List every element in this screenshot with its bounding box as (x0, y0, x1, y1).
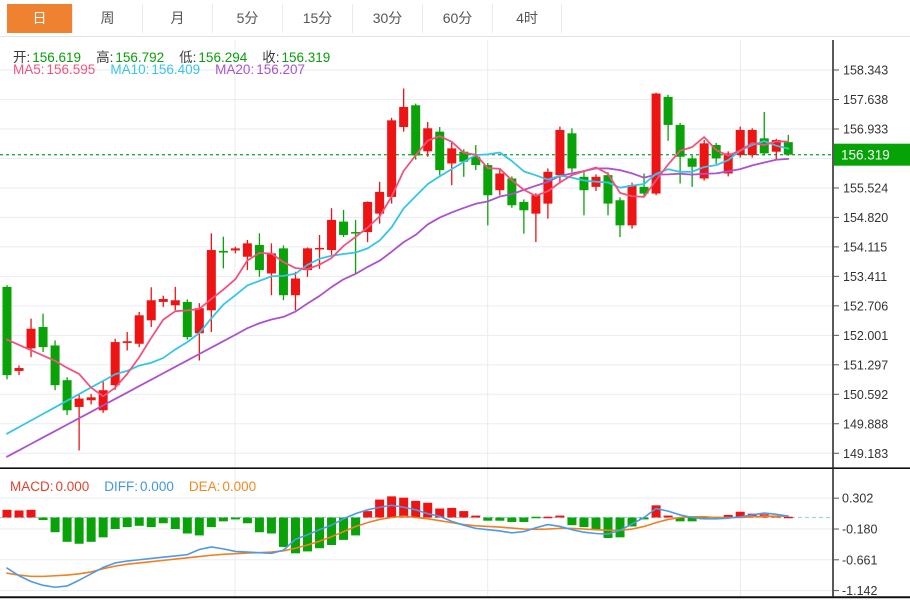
price-tick-label: 151.297 (843, 358, 888, 372)
macd-value: 0.000 (222, 479, 257, 494)
price-tick-label: 149.183 (843, 447, 888, 461)
ma5-line (6, 135, 790, 398)
ma-item: MA20: 156.207 (215, 62, 305, 77)
price-tick-label: 150.592 (843, 388, 888, 402)
interval-tabbar: 日周月 5分 15分 30分 60分 4时 (0, 0, 910, 37)
ma20-line (6, 158, 790, 458)
price-tick-label: 158.343 (843, 64, 888, 78)
ma-label: MA10: (110, 62, 150, 77)
macd-tick-label: 0.302 (842, 492, 873, 506)
macd-label: MACD: (10, 479, 54, 494)
macd-tick-label: -0.661 (842, 553, 877, 567)
macd-label: DEA: (188, 479, 221, 494)
candlestick-chart: 158.343 157.638 156.933 155.524 154.820 154.1… (0, 40, 910, 599)
macd-value: 0.000 (140, 479, 174, 494)
price-tick-label: 153.411 (843, 270, 887, 284)
ma-value: 156.409 (151, 62, 201, 77)
price-tick-label: 154.820 (843, 211, 888, 225)
price-tick-label: 154.115 (843, 240, 887, 254)
price-tick-label: 155.524 (843, 181, 888, 195)
ma-label: MA20: (215, 62, 255, 77)
ma-value: 156.207 (256, 62, 306, 77)
ma-label: MA5: (13, 62, 45, 77)
macd-item: MACD: 0.000 (10, 479, 89, 494)
price-tick-label: 156.933 (843, 122, 888, 136)
tab-30min[interactable]: 30分 (352, 4, 422, 33)
macd-item: DEA: 0.000 (189, 479, 256, 494)
price-tick-label: 149.888 (843, 417, 888, 431)
price-axis-labels: 158.343 157.638 156.933 155.524 154.820 154.1… (833, 64, 888, 461)
tab-day[interactable]: 日 (7, 4, 72, 33)
macd-tick-label: -1.142 (842, 584, 877, 598)
macd-tick-label: -0.180 (842, 523, 877, 537)
macd-value: 0.000 (55, 479, 90, 494)
macd-legend: MACD: 0.000 DIFF: 0.000 DEA: 0.000 (10, 479, 271, 494)
macd-axis-labels: 0.302 -0.180 -0.661 -1.142 (833, 492, 877, 598)
kline-chart-app: 日周月 5分 15分 30分 60分 4时 158.343 157.638 156.933 15… (0, 0, 910, 600)
ma-item: MA10: 156.409 (110, 62, 200, 77)
ma-legend: MA5: 156.595 MA10: 156.409 MA20: 156.207 (13, 62, 320, 77)
macd-item: DIFF: 0.000 (104, 479, 174, 494)
ma-value: 156.595 (46, 62, 96, 77)
tab-5min[interactable]: 5分 (212, 4, 282, 33)
ma-item: MA5: 156.595 (13, 62, 95, 77)
tab-4hour[interactable]: 4时 (492, 4, 562, 33)
tab-15min[interactable]: 15分 (282, 4, 352, 33)
macd-label: DIFF: (104, 479, 139, 494)
price-tick-label: 152.706 (843, 299, 888, 313)
current-price-pill: 156.319 (834, 143, 910, 166)
price-tick-label: 157.638 (843, 93, 888, 107)
tab-week[interactable]: 周 (72, 4, 142, 33)
macd-histogram (2, 496, 793, 554)
tab-60min[interactable]: 60分 (422, 4, 492, 33)
tab-month[interactable]: 月 (142, 4, 212, 33)
price-tick-label: 152.001 (843, 329, 888, 343)
current-price-label: 156.319 (841, 147, 890, 162)
